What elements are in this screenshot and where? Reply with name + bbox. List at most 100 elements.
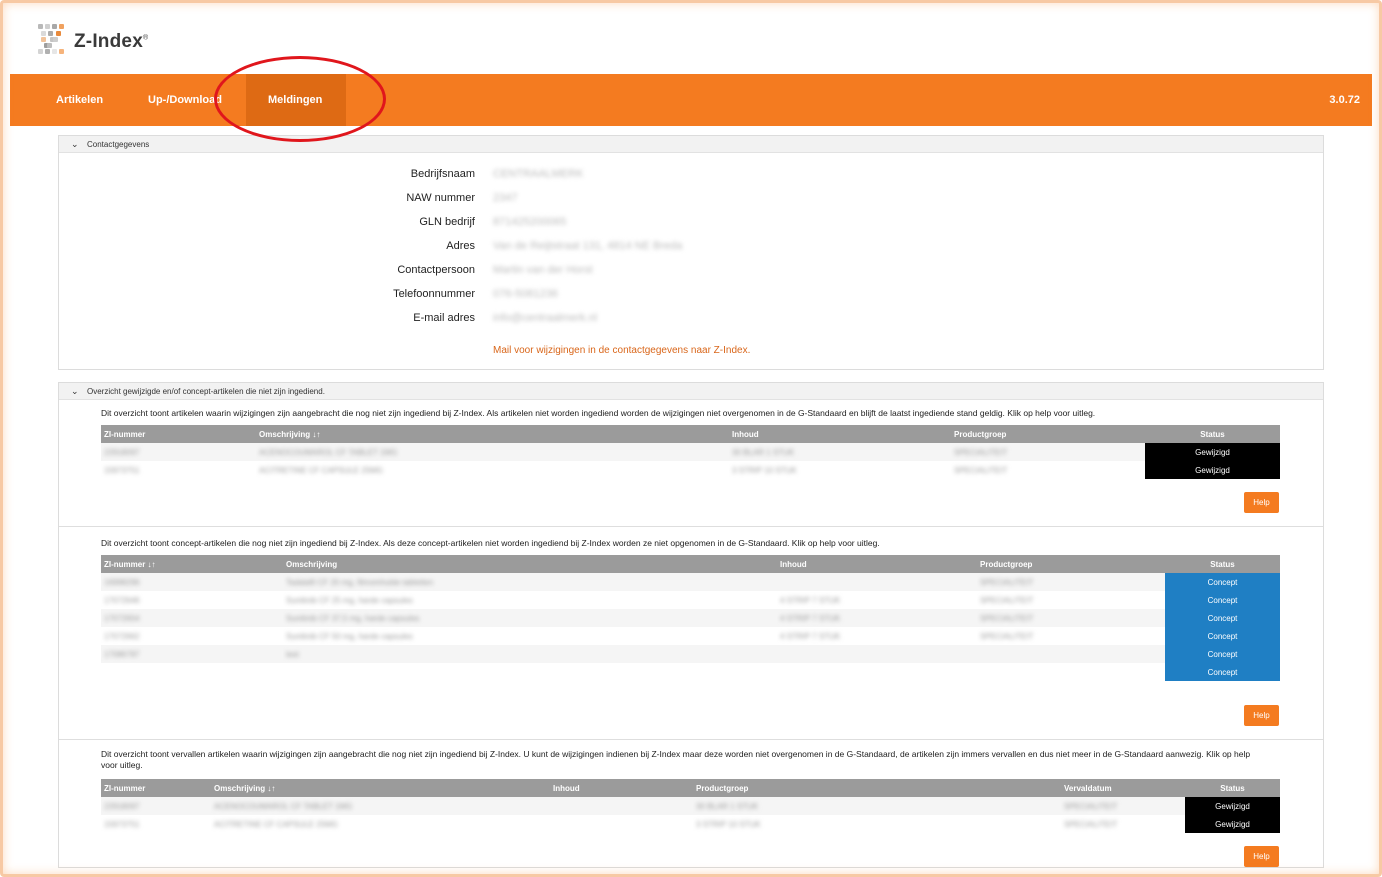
table-cell-wrap [977,663,1165,681]
column-header[interactable]: ZI-nummer ↓↑ [101,555,283,573]
table-cell: ACENOCOUMAROL CF TABLET 1MG [214,801,353,811]
table-cell: 17072646 [104,595,140,605]
table-cell: SPECIALITEIT [1064,819,1118,829]
chevron-down-icon: ⌄ [71,139,79,149]
table-cell-wrap: 4 STRIP 7 STUK [777,627,977,645]
overview-panel-title: Overzicht gewijzigde en/of concept-artik… [87,387,325,396]
changed-articles-table: ZI-nummer Omschrijving ↓↑ Inhoud Productgro… [101,425,1280,479]
concept-help-button[interactable]: Help [1244,705,1279,726]
chevron-down-icon: ⌄ [71,386,79,396]
table-cell: 3 STRIP 10 STUK [732,465,797,475]
table-cell-wrap: 30 BLAR 1 STUK [729,443,951,461]
table-cell-wrap: SPECIALITEIT [977,591,1165,609]
column-header[interactable]: Omschrijving [283,555,777,573]
table-cell-wrap: ACENOCOUMAROL CF TABLET 1MG [211,797,550,815]
table-cell-wrap: Tadalafil CF 20 mg, filmomhulde tablette… [283,573,777,591]
table-cell: 3 STRIP 10 STUK [696,819,761,829]
table-cell-wrap: SPECIALITEIT [1061,797,1185,815]
table-cell-wrap [777,573,977,591]
table-cell-wrap: 4 STRIP 7 STUK [777,609,977,627]
overview-panel-header[interactable]: ⌄ Overzicht gewijzigde en/of concept-art… [59,383,1323,400]
column-header: Status [1145,425,1280,443]
changed-help-button[interactable]: Help [1244,492,1279,513]
table-cell: SPECIALITEIT [1064,801,1118,811]
table-cell: SPECIALITEIT [954,465,1008,475]
table-cell-wrap: SPECIALITEIT [977,609,1165,627]
table-cell-wrap: SPECIALITEIT [1061,815,1185,833]
status-badge: Gewijzigd [1145,443,1280,461]
table-cell-wrap: 3 STRIP 10 STUK [693,815,1061,833]
table-cell: SPECIALITEIT [980,631,1034,641]
status-badge: Concept [1165,573,1280,591]
nav-meldingen[interactable]: Meldingen [246,74,346,126]
overview-panel: ⌄ Overzicht gewijzigde en/of concept-art… [58,382,1324,868]
table-cell-wrap: 3 STRIP 10 STUK [729,461,951,479]
table-row[interactable]: 17086787 test Concept [101,645,1280,663]
table-cell: SPECIALITEIT [980,613,1034,623]
table-row[interactable]: 22918097 ACENOCOUMAROL CF TABLET 1MG 30 BL… [101,443,1280,461]
mail-changes-link[interactable]: Mail voor wijzigingen in de contactgegev… [493,345,750,356]
column-header[interactable]: ZI-nummer [101,779,211,797]
table-row[interactable]: 15973751 ACITRETINE CF CAPSULE 25MG 3 STRI… [101,461,1280,479]
status-badge: Concept [1165,645,1280,663]
status-badge: Gewijzigd [1185,797,1280,815]
table-row[interactable]: 15973751 ACITRETINE CF CAPSULE 25MG 3 STRI… [101,815,1280,833]
table-cell-wrap: 15973751 [101,461,256,479]
table-cell-wrap: 22918097 [101,797,211,815]
status-badge: Gewijzigd [1185,815,1280,833]
nav-artikelen[interactable]: Artikelen [34,74,125,126]
column-header: Status [1185,779,1280,797]
table-row[interactable]: Concept [101,663,1280,681]
table-row[interactable]: 22918097 ACENOCOUMAROL CF TABLET 1MG 30 BL… [101,797,1280,815]
status-badge: Concept [1165,663,1280,681]
table-cell-wrap: ACITRETINE CF CAPSULE 25MG [256,461,729,479]
table-cell: 16998296 [104,577,140,587]
column-header: Status [1165,555,1280,573]
contact-label: Telefoonnummer [393,288,475,300]
table-cell: 15973751 [104,465,140,475]
expired-articles-table: ZI-nummer Omschrijving ↓↑ Inhoud Productgro… [101,779,1280,833]
table-row[interactable]: 17072646 Sunitinib CF 25 mg, harde capsul… [101,591,1280,609]
column-header: Inhoud [550,779,693,797]
column-header[interactable]: Omschrijving ↓↑ [211,779,550,797]
nav-up-download[interactable]: Up-/Download [126,74,244,126]
expired-description: Dit overzicht toont vervallen artikelen … [101,749,1251,770]
brand-logo[interactable]: Z-Index® [38,24,148,60]
column-header[interactable]: Omschrijving ↓↑ [256,425,729,443]
table-cell-wrap [550,797,693,815]
table-cell: Sunitinib CF 25 mg, harde capsules [286,595,413,605]
contact-panel-title: Contactgegevens [87,140,150,149]
contact-label: GLN bedrijf [419,216,475,228]
contact-value: CENTRAALMERK [493,168,584,180]
table-row[interactable]: 17072662 Sunitinib CF 50 mg, harde capsul… [101,627,1280,645]
table-row[interactable]: 17072654 Sunitinib CF 37,5 mg, harde caps… [101,609,1280,627]
logo-bar: Z-Index® [10,8,1372,74]
column-header: Productgroep [693,779,1061,797]
table-cell-wrap [283,663,777,681]
contact-value: 2347 [493,192,518,204]
table-cell: 22918097 [104,801,140,811]
table-cell: test [286,649,299,659]
table-cell-wrap: SPECIALITEIT [951,443,1145,461]
table-cell: Sunitinib CF 37,5 mg, harde capsules [286,613,420,623]
divider [59,739,1323,740]
table-cell-wrap: 30 BLAR 1 STUK [693,797,1061,815]
table-cell: SPECIALITEIT [954,447,1008,457]
expired-help-button[interactable]: Help [1244,846,1279,867]
main-navbar: Artikelen Up-/Download Meldingen 3.0.72 [10,74,1372,126]
contact-value: 871425200065 [493,216,567,228]
contact-panel-header[interactable]: ⌄ Contactgegevens [59,136,1323,153]
table-cell-wrap: 17072654 [101,609,283,627]
table-cell: ACENOCOUMAROL CF TABLET 1MG [259,447,398,457]
column-header: Inhoud [777,555,977,573]
table-cell-wrap [777,645,977,663]
table-cell-wrap: 17072662 [101,627,283,645]
column-header[interactable]: ZI-nummer [101,425,256,443]
table-cell-wrap: SPECIALITEIT [977,627,1165,645]
table-cell: Tadalafil CF 20 mg, filmomhulde tablette… [286,577,434,587]
concept-articles-table: ZI-nummer ↓↑ Omschrijving Inhoud Productgro… [101,555,1280,681]
status-badge: Concept [1165,591,1280,609]
table-cell: SPECIALITEIT [980,577,1034,587]
column-header: Inhoud [729,425,951,443]
table-row[interactable]: 16998296 Tadalafil CF 20 mg, filmomhulde … [101,573,1280,591]
